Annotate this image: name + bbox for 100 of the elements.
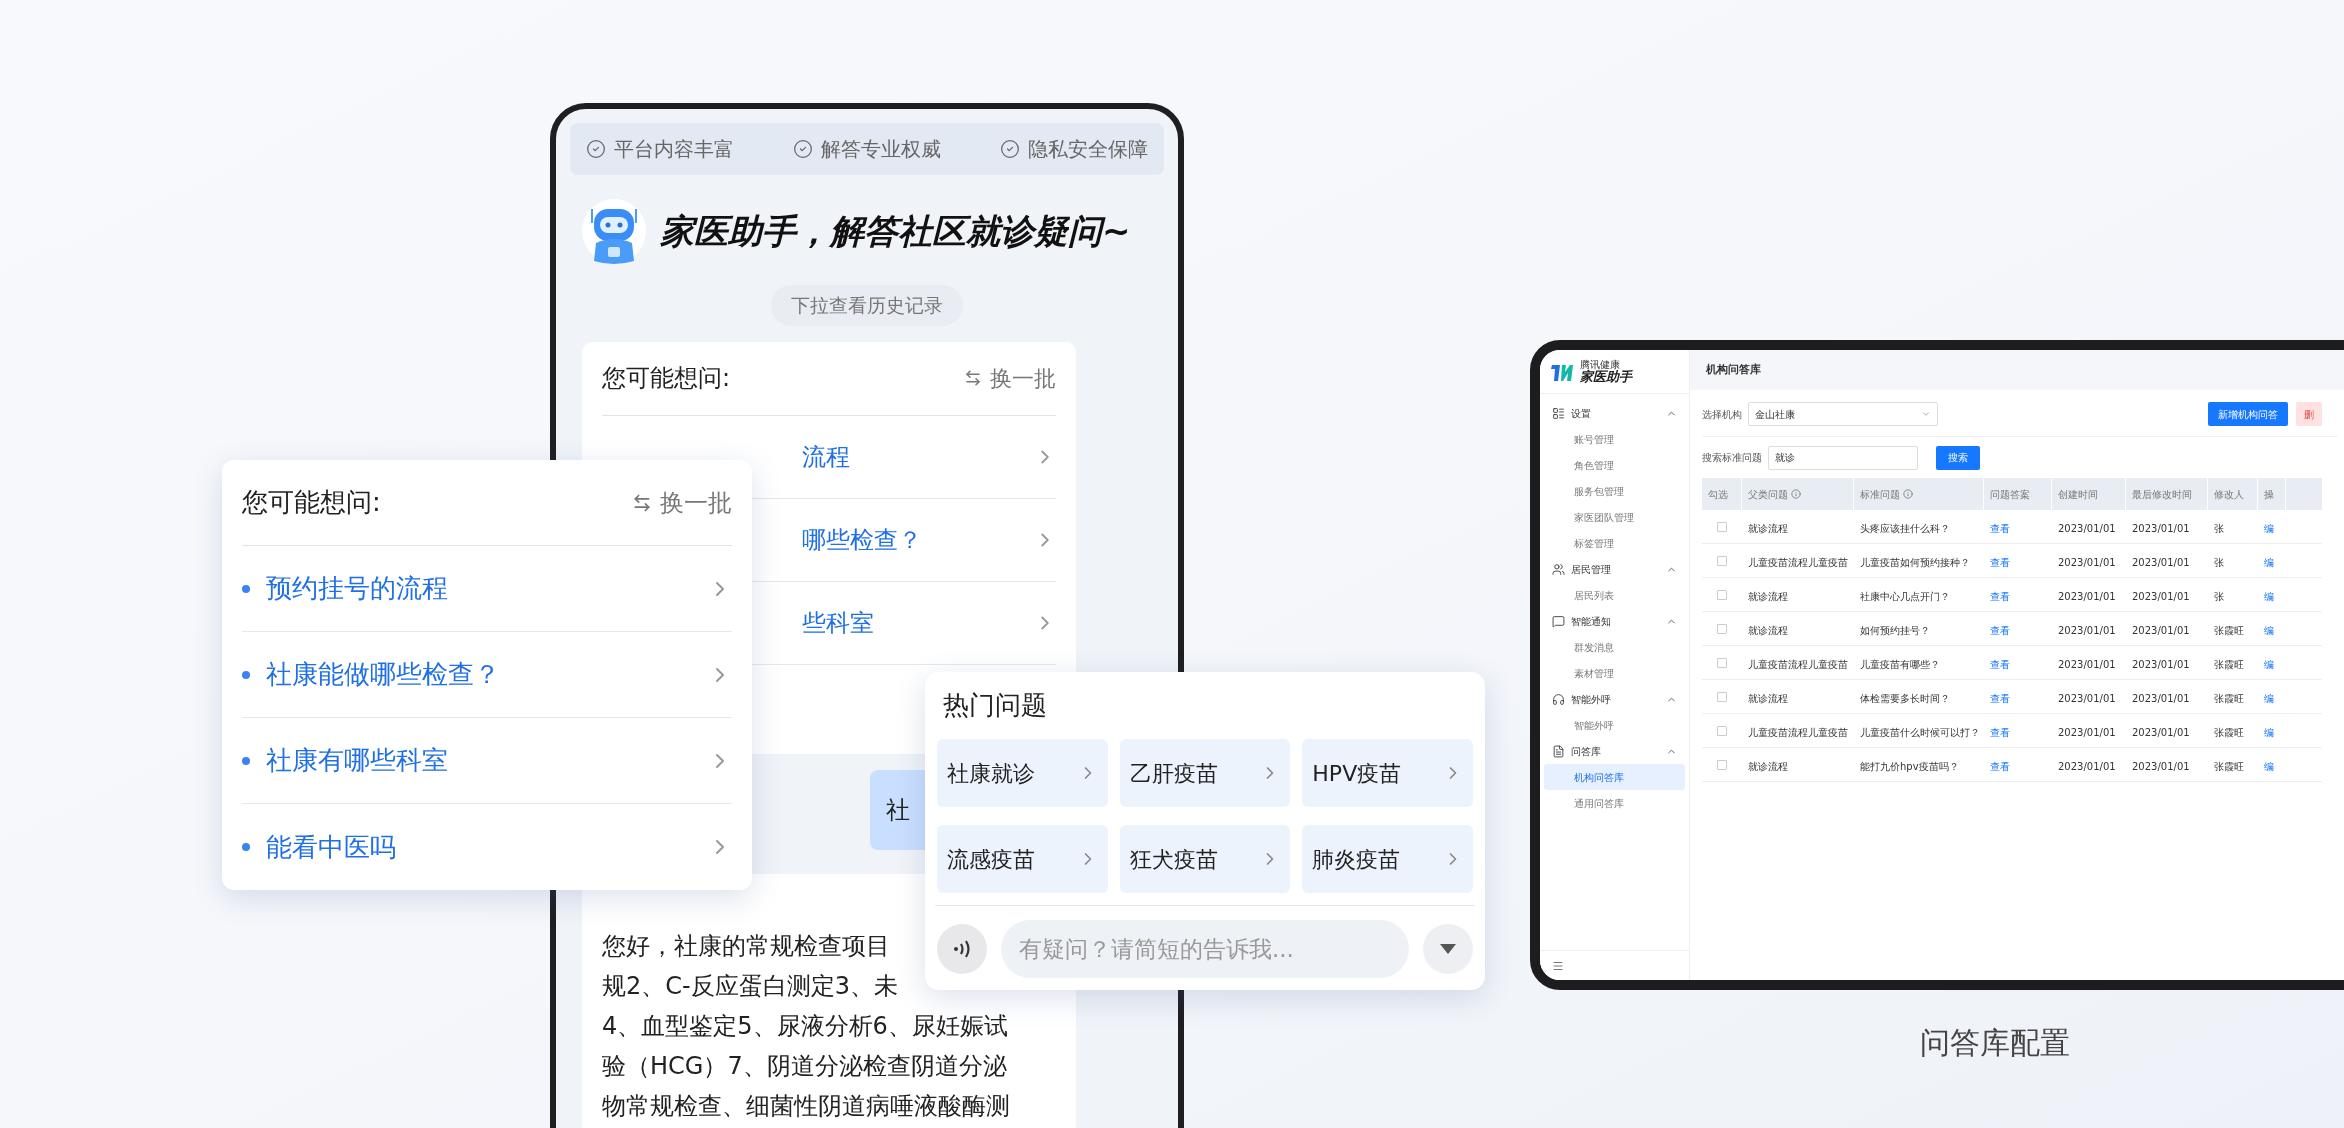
answer-text-line: 您好，社康的常规检查项目 — [602, 930, 890, 962]
dropdown-button[interactable] — [1423, 924, 1473, 974]
table-cell: 2023/01/01 — [2058, 658, 2116, 670]
sidebar-item[interactable]: 标签管理 — [1544, 530, 1685, 556]
row-checkbox[interactable] — [1717, 589, 1727, 600]
sidebar-item[interactable]: 通用问答库 — [1544, 790, 1685, 816]
swap-arrows-icon — [632, 492, 652, 513]
edit-link[interactable]: 编 — [2264, 590, 2274, 602]
row-checkbox[interactable] — [1717, 657, 1727, 668]
sidebar-item[interactable]: 角色管理 — [1544, 452, 1685, 478]
suggestion-link[interactable]: 社康能做哪些检查？ — [266, 655, 500, 694]
row-checkbox[interactable] — [1717, 623, 1727, 634]
edit-link[interactable]: 编 — [2264, 760, 2274, 772]
suggestion-link[interactable]: 流程 — [802, 438, 850, 475]
sidebar-item[interactable]: 素材管理 — [1544, 660, 1685, 686]
table-cell: 儿童疫苗如何预约接种？ — [1860, 556, 1970, 568]
sidebar-item[interactable]: 智能外呼 — [1544, 712, 1685, 738]
suggestion-link[interactable]: 预约挂号的流程 — [266, 569, 448, 608]
search-label: 搜索标准问题 — [1702, 451, 1762, 465]
answer-text-line: 验（HCG）7、阴道分泌检查阴道分泌 — [602, 1050, 1007, 1082]
voice-button[interactable] — [937, 924, 987, 974]
question-input-field[interactable]: 有疑问？请简短的告诉我... — [1001, 920, 1409, 978]
view-link[interactable]: 查看 — [1990, 692, 2010, 704]
suggestion-title: 您可能想问: — [602, 363, 731, 394]
sidebar-item[interactable]: 机构问答库 — [1544, 764, 1685, 790]
edit-link[interactable]: 编 — [2264, 522, 2274, 534]
table-cell: 张 — [2214, 590, 2224, 602]
hot-question-tile[interactable]: 社康就诊 — [937, 739, 1108, 807]
suggestion-link[interactable]: 哪些检查？ — [802, 521, 922, 558]
sidebar-item[interactable]: 家医团队管理 — [1544, 504, 1685, 530]
table-cell: 张霞旺 — [2214, 658, 2244, 670]
menu-icon[interactable] — [1552, 959, 1564, 972]
hot-question-tile[interactable]: 流感疫苗 — [937, 825, 1108, 893]
column-header: 父类问题 — [1748, 487, 1788, 502]
delete-button[interactable]: 删 — [2296, 402, 2322, 426]
hot-question-tile[interactable]: 乙肝疫苗 — [1119, 739, 1291, 807]
table-cell: 2023/01/01 — [2058, 692, 2116, 704]
answer-text-line: 物常规检查、细菌性阴道病唾液酸酶测 — [602, 1090, 1010, 1122]
column-header: 问题答案 — [1990, 487, 2030, 502]
row-checkbox[interactable] — [1717, 555, 1727, 566]
table-cell: 2023/01/01 — [2132, 658, 2190, 670]
search-field[interactable]: 就诊 — [1768, 445, 1918, 470]
row-checkbox[interactable] — [1717, 759, 1727, 770]
table-cell: 儿童疫苗什么时候可以打？ — [1860, 726, 1980, 738]
column-header: 最后修改时间 — [2132, 487, 2192, 502]
brand-subtitle: 腾讯健康 — [1580, 360, 1621, 370]
caption: 问答库配置 — [1919, 1024, 2071, 1062]
check-circle-icon — [1000, 139, 1020, 159]
table-cell: 2023/01/01 — [2058, 556, 2116, 568]
hot-question-tile[interactable]: 狂犬疫苗 — [1119, 825, 1291, 893]
table-cell: 儿童疫苗流程儿童疫苗 — [1748, 556, 1848, 568]
org-select[interactable]: 金山社康 — [1748, 402, 1938, 426]
table-cell: 儿童疫苗流程儿童疫苗 — [1748, 726, 1848, 738]
table-cell: 张 — [2214, 522, 2224, 534]
view-link[interactable]: 查看 — [1990, 658, 2010, 670]
search-button[interactable]: 搜索 — [1936, 445, 1980, 470]
table-cell: 2023/01/01 — [2132, 590, 2190, 602]
view-link[interactable]: 查看 — [1990, 590, 2010, 602]
table-cell: 儿童疫苗流程儿童疫苗 — [1748, 658, 1848, 670]
suggestion-link[interactable]: 些科室 — [802, 604, 874, 641]
sidebar-item[interactable]: 账号管理 — [1544, 426, 1685, 452]
column-header: 操 — [2264, 487, 2274, 502]
view-link[interactable]: 查看 — [1990, 624, 2010, 636]
view-link[interactable]: 查看 — [1990, 760, 2010, 772]
suggestion-link[interactable]: 能看中医吗 — [266, 827, 396, 867]
refresh-button[interactable]: 换一批 — [632, 484, 732, 521]
edit-link[interactable]: 编 — [2264, 692, 2274, 704]
row-checkbox[interactable] — [1717, 521, 1727, 532]
sidebar-item[interactable]: 服务包管理 — [1544, 478, 1685, 504]
add-qa-button[interactable]: 新增机构问答 — [2208, 402, 2288, 426]
trust-label: 解答专业权威 — [821, 136, 941, 163]
sidebar-group[interactable]: 智能外呼 — [1540, 686, 1689, 712]
table-cell: 2023/01/01 — [2058, 522, 2116, 534]
edit-link[interactable]: 编 — [2264, 556, 2274, 568]
sidebar-item[interactable]: 居民列表 — [1544, 582, 1685, 608]
table-cell: 2023/01/01 — [2132, 624, 2190, 636]
row-checkbox[interactable] — [1717, 691, 1727, 702]
hot-question-tile[interactable]: 肺炎疫苗 — [1302, 825, 1473, 893]
edit-link[interactable]: 编 — [2264, 658, 2274, 670]
hot-question-tile[interactable]: HPV疫苗 — [1302, 739, 1473, 807]
table-cell: 2023/01/01 — [2132, 556, 2190, 568]
view-link[interactable]: 查看 — [1990, 726, 2010, 738]
view-link[interactable]: 查看 — [1990, 556, 2010, 568]
refresh-button[interactable]: 换一批 — [964, 361, 1056, 395]
edit-link[interactable]: 编 — [2264, 726, 2274, 738]
edit-link[interactable]: 编 — [2264, 624, 2274, 636]
sidebar-item[interactable]: 群发消息 — [1544, 634, 1685, 660]
table-cell: 2023/01/01 — [2058, 726, 2116, 738]
sidebar-group[interactable]: 智能通知 — [1540, 608, 1689, 634]
table-cell: 如何预约挂号？ — [1860, 624, 1930, 636]
sidebar-group[interactable]: 问答库 — [1540, 738, 1689, 764]
suggestion-link[interactable]: 社康有哪些科室 — [266, 741, 448, 780]
sidebar-group[interactable]: 设置 — [1540, 400, 1689, 426]
table-cell: 儿童疫苗有哪些？ — [1860, 658, 1940, 670]
column-header: 创建时间 — [2058, 487, 2098, 502]
sidebar-group[interactable]: 居民管理 — [1540, 556, 1689, 582]
row-checkbox[interactable] — [1717, 725, 1727, 736]
view-link[interactable]: 查看 — [1990, 522, 2010, 534]
table-cell: 社康中心几点开门？ — [1860, 590, 1950, 602]
down-triangle-icon — [1438, 942, 1458, 956]
